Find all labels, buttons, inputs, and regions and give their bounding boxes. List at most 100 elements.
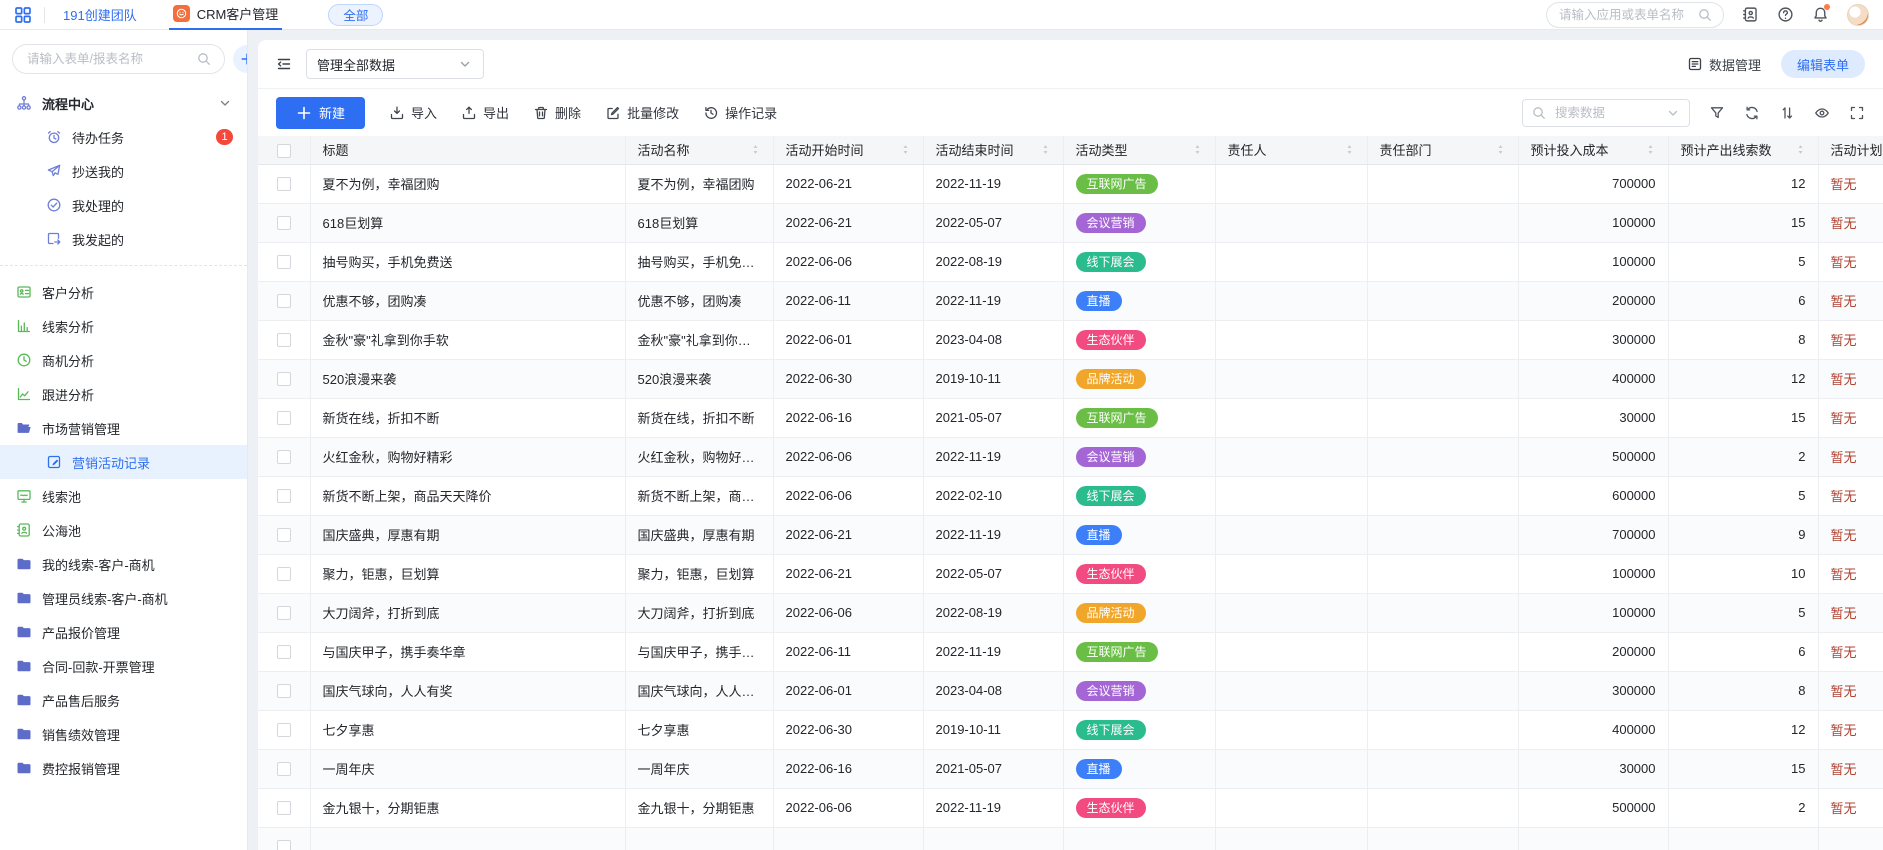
- sort-caret-icon[interactable]: [1040, 144, 1051, 155]
- sidebar-item-followup-analysis[interactable]: 跟进分析: [0, 377, 247, 411]
- table-row[interactable]: 新货在线，折扣不断新货在线，折扣不断2022-06-162021-05-07互联…: [258, 398, 1883, 437]
- sidebar-item-lead-pool[interactable]: 线索池: [0, 479, 247, 513]
- sort-caret-icon[interactable]: [750, 144, 761, 155]
- sidebar-item-cc-to-me[interactable]: 抄送我的: [0, 154, 247, 188]
- sidebar-item-started-by-me[interactable]: 我发起的: [0, 222, 247, 256]
- row-checkbox[interactable]: [277, 489, 291, 503]
- sidebar-item-expense-reimbursement[interactable]: 费控报销管理: [0, 751, 247, 785]
- table-row[interactable]: 520浪漫来袭520浪漫来袭2022-06-302019-10-11品牌活动40…: [258, 359, 1883, 398]
- sort-caret-icon[interactable]: [900, 144, 911, 155]
- column-header-owner[interactable]: 责任人: [1215, 136, 1367, 164]
- global-search-input[interactable]: [1557, 7, 1691, 23]
- data-search-input[interactable]: [1553, 105, 1659, 121]
- table-row[interactable]: 618巨划算618巨划算2022-06-212022-05-07会议营销1000…: [258, 203, 1883, 242]
- row-checkbox[interactable]: [277, 216, 291, 230]
- delete-button[interactable]: 删除: [533, 103, 581, 122]
- table-row[interactable]: 火红金秋，购物好精彩火红金秋，购物好精彩2022-06-062022-11-19…: [258, 437, 1883, 476]
- add-form-button[interactable]: [233, 45, 248, 73]
- refresh-icon[interactable]: [1744, 105, 1760, 121]
- column-header-cost[interactable]: 预计投入成本: [1518, 136, 1668, 164]
- row-checkbox[interactable]: [277, 840, 291, 850]
- row-checkbox[interactable]: [277, 684, 291, 698]
- notification-bell-icon[interactable]: [1812, 6, 1829, 23]
- row-checkbox[interactable]: [277, 645, 291, 659]
- column-header-name[interactable]: 活动名称: [625, 136, 773, 164]
- sort-caret-icon[interactable]: [1495, 144, 1506, 155]
- table-row[interactable]: 与国庆甲子，携手奏华章与国庆甲子，携手奏华章2022-06-112022-11-…: [258, 632, 1883, 671]
- column-header-end[interactable]: 活动结束时间: [923, 136, 1063, 164]
- data-search[interactable]: [1522, 99, 1690, 127]
- table-row[interactable]: 聚力，钜惠，巨划算聚力，钜惠，巨划算2022-06-212022-05-07生态…: [258, 554, 1883, 593]
- row-checkbox[interactable]: [277, 762, 291, 776]
- row-checkbox[interactable]: [277, 333, 291, 347]
- row-checkbox[interactable]: [277, 177, 291, 191]
- data-manage-button[interactable]: 数据管理: [1687, 55, 1761, 74]
- sidebar-item-admin-leads-customers[interactable]: 管理员线索-客户-商机: [0, 581, 247, 615]
- batch-edit-button[interactable]: 批量修改: [605, 103, 679, 122]
- avatar[interactable]: [1847, 4, 1869, 26]
- column-header-leads[interactable]: 预计产出线索数: [1668, 136, 1818, 164]
- row-checkbox[interactable]: [277, 567, 291, 581]
- row-checkbox[interactable]: [277, 528, 291, 542]
- table-row[interactable]: 一周年庆一周年庆2022-06-162021-05-07直播3000015暂无: [258, 749, 1883, 788]
- view-selector[interactable]: 管理全部数据: [306, 49, 484, 79]
- sort-icon[interactable]: [1779, 105, 1795, 121]
- form-search-input[interactable]: [25, 51, 190, 67]
- global-search[interactable]: [1546, 2, 1724, 28]
- team-name[interactable]: 191创建团队: [57, 5, 143, 24]
- edit-form-button[interactable]: 编辑表单: [1781, 50, 1865, 78]
- sort-caret-icon[interactable]: [1192, 144, 1203, 155]
- sidebar-item-product-quote-management[interactable]: 产品报价管理: [0, 615, 247, 649]
- row-checkbox[interactable]: [277, 294, 291, 308]
- help-icon[interactable]: [1777, 6, 1794, 23]
- scope-pill[interactable]: 全部: [328, 4, 383, 26]
- table-row[interactable]: 金秋"豪"礼拿到你手软金秋"豪"礼拿到你手软2022-06-012023-04-…: [258, 320, 1883, 359]
- chevron-down-icon[interactable]: [217, 95, 233, 111]
- table-row[interactable]: 抽号购买，手机免费送抽号购买，手机免费送2022-06-062022-08-19…: [258, 242, 1883, 281]
- sidebar-item-contract-payment-invoice[interactable]: 合同-回款-开票管理: [0, 649, 247, 683]
- operation-log-button[interactable]: 操作记录: [703, 103, 777, 122]
- table-row[interactable]: 金九银十，分期钜惠金九银十，分期钜惠2022-06-062022-11-19生态…: [258, 788, 1883, 827]
- select-all-checkbox[interactable]: [277, 144, 291, 158]
- sort-caret-icon[interactable]: [1645, 144, 1656, 155]
- table-row[interactable]: [258, 827, 1883, 850]
- app-grid-icon[interactable]: [14, 6, 32, 24]
- column-header-dept[interactable]: 责任部门: [1367, 136, 1518, 164]
- column-header-plan[interactable]: 活动计划: [1818, 136, 1883, 164]
- sidebar-item-marketing-activity-records[interactable]: 营销活动记录: [0, 445, 247, 479]
- table-row[interactable]: 新货不断上架，商品天天降价新货不断上架，商品天天降价2022-06-062022…: [258, 476, 1883, 515]
- sidebar-item-opportunity-analysis[interactable]: 商机分析: [0, 343, 247, 377]
- export-button[interactable]: 导出: [461, 103, 509, 122]
- sidebar-item-my-leads-customers[interactable]: 我的线索-客户-商机: [0, 547, 247, 581]
- row-checkbox[interactable]: [277, 801, 291, 815]
- table-row[interactable]: 国庆盛典，厚惠有期国庆盛典，厚惠有期2022-06-212022-11-19直播…: [258, 515, 1883, 554]
- table-row[interactable]: 国庆气球向，人人有奖国庆气球向，人人有奖2022-06-012023-04-08…: [258, 671, 1883, 710]
- table-row[interactable]: 优惠不够，团购凑优惠不够，团购凑2022-06-112022-11-19直播20…: [258, 281, 1883, 320]
- row-checkbox[interactable]: [277, 255, 291, 269]
- sidebar-item-todo-tasks[interactable]: 待办任务1: [0, 120, 247, 154]
- row-checkbox[interactable]: [277, 450, 291, 464]
- table-row[interactable]: 大刀阔斧，打折到底大刀阔斧，打折到底2022-06-062022-08-19品牌…: [258, 593, 1883, 632]
- sidebar-item-marketing-management[interactable]: 市场营销管理: [0, 411, 247, 445]
- sidebar-item-public-sea-pool[interactable]: 公海池: [0, 513, 247, 547]
- table-row[interactable]: 夏不为例，幸福团购夏不为例，幸福团购2022-06-212022-11-19互联…: [258, 164, 1883, 203]
- column-header-type[interactable]: 活动类型: [1063, 136, 1215, 164]
- row-checkbox[interactable]: [277, 606, 291, 620]
- contacts-icon[interactable]: [1742, 6, 1759, 23]
- fullscreen-icon[interactable]: [1849, 105, 1865, 121]
- row-checkbox[interactable]: [277, 372, 291, 386]
- sort-caret-icon[interactable]: [1795, 144, 1806, 155]
- sidebar-item-handled-by-me[interactable]: 我处理的: [0, 188, 247, 222]
- row-checkbox[interactable]: [277, 723, 291, 737]
- sidebar-item-process-center[interactable]: 流程中心: [0, 86, 247, 120]
- sort-caret-icon[interactable]: [1344, 144, 1355, 155]
- collapse-list-icon[interactable]: [276, 56, 292, 72]
- eye-icon[interactable]: [1814, 105, 1830, 121]
- column-header-title[interactable]: 标题: [310, 136, 625, 164]
- sidebar-item-sales-performance[interactable]: 销售绩效管理: [0, 717, 247, 751]
- filter-icon[interactable]: [1709, 105, 1725, 121]
- table-row[interactable]: 七夕享惠七夕享惠2022-06-302019-10-11线下展会40000012…: [258, 710, 1883, 749]
- form-search[interactable]: [12, 44, 225, 74]
- sidebar-item-customer-analysis[interactable]: 客户分析: [0, 275, 247, 309]
- column-header-start[interactable]: 活动开始时间: [773, 136, 923, 164]
